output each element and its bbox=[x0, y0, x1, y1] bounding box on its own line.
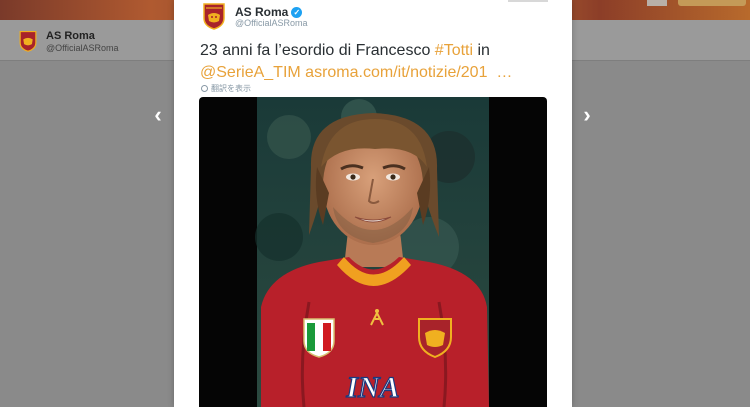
modal-top-divider bbox=[508, 0, 548, 2]
tweet-photo[interactable]: INA bbox=[199, 97, 547, 407]
totti-photo: INA bbox=[255, 97, 489, 407]
hashtag-link[interactable]: #Totti bbox=[435, 42, 473, 59]
follow-button[interactable] bbox=[678, 0, 746, 6]
translate-label: 翻訳を表示 bbox=[211, 84, 251, 93]
author-name[interactable]: AS Roma bbox=[235, 5, 288, 19]
author-handle[interactable]: @OfficialASRoma bbox=[235, 18, 308, 28]
tweet-text-part1: 23 anni fa l’esordio di Francesco bbox=[200, 42, 435, 59]
tweet-modal: AS Roma ✓ @OfficialASRoma 23 anni fa l’e… bbox=[174, 0, 572, 407]
globe-icon bbox=[201, 85, 208, 92]
as-roma-logo-small bbox=[19, 30, 37, 52]
tweet-text: 23 anni fa l’esordio di Francesco #Totti… bbox=[200, 40, 560, 84]
tweet-text-part2: in bbox=[473, 42, 490, 59]
verified-badge-icon: ✓ bbox=[291, 6, 303, 18]
background-account-name[interactable]: AS Roma bbox=[46, 30, 95, 42]
url-link-text: asroma.com/it/notizie/201 bbox=[305, 64, 488, 81]
chevron-right-icon[interactable]: › bbox=[577, 104, 597, 126]
url-ellipsis: … bbox=[496, 64, 513, 81]
as-roma-avatar[interactable] bbox=[202, 2, 226, 30]
chevron-left-icon[interactable]: ‹ bbox=[148, 104, 168, 126]
author-name-row[interactable]: AS Roma ✓ bbox=[235, 5, 303, 19]
mention-link[interactable]: @SerieA_TIM bbox=[200, 64, 301, 81]
header-button[interactable] bbox=[647, 0, 667, 6]
background-account-handle[interactable]: @OfficialASRoma bbox=[46, 43, 119, 53]
sponsor-logo-text: INA bbox=[345, 371, 399, 404]
translate-link[interactable]: 翻訳を表示 bbox=[201, 83, 251, 94]
url-link[interactable]: asroma.com/it/notizie/201 … bbox=[305, 64, 512, 81]
